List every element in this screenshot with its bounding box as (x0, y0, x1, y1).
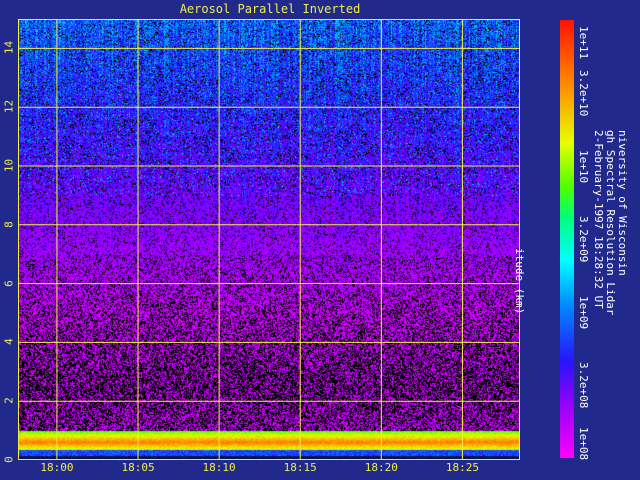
annotation-line: niversity of Wisconsin (616, 130, 629, 276)
y-tick-label: 0 (2, 456, 16, 463)
y-tick-label: 8 (2, 220, 16, 228)
colorbar-tick-label: 1e+11 (577, 26, 590, 60)
colorbar-tick-label: 1e+10 (577, 149, 590, 183)
colorbar-tick-label: 3.2e+09 (577, 215, 590, 263)
colorbar-tick-label: 3.2e+10 (577, 69, 590, 117)
x-tick-label: 18:15 (283, 461, 317, 474)
y-tick-label: 2 (2, 397, 16, 404)
y-axis-label: itude (km) (513, 248, 526, 315)
y-tick-label: 10 (2, 158, 16, 173)
institution-annotation: niversity of Wisconsin gh Spectral Resolu… (592, 130, 629, 316)
x-tick-label: 18:05 (121, 461, 155, 474)
x-tick-label: 18:20 (364, 461, 398, 474)
colorbar-tick-label: 1e+09 (577, 295, 590, 329)
x-tick-label: 18:25 (445, 461, 479, 474)
annotation-line: 2-February-1997 18:28:32 UT (592, 130, 605, 309)
colorbar-tick-label: 3.2e+08 (577, 361, 590, 409)
plot-area (18, 19, 520, 460)
annotation-line: gh Spectral Resolution Lidar (604, 130, 617, 316)
colorbar-tick-label: 1e+08 (577, 427, 590, 461)
y-tick-label: 14 (2, 41, 16, 55)
plot-grid (18, 19, 520, 460)
colorbar (560, 20, 574, 458)
x-tick-label: 18:00 (40, 461, 74, 474)
chart-title: Aerosol Parallel Inverted (179, 2, 361, 16)
y-tick-label: 12 (2, 100, 16, 114)
plot-border (18, 19, 520, 460)
y-tick-label: 4 (2, 338, 16, 346)
y-tick-label: 6 (2, 279, 16, 287)
x-tick-label: 18:10 (202, 461, 236, 474)
